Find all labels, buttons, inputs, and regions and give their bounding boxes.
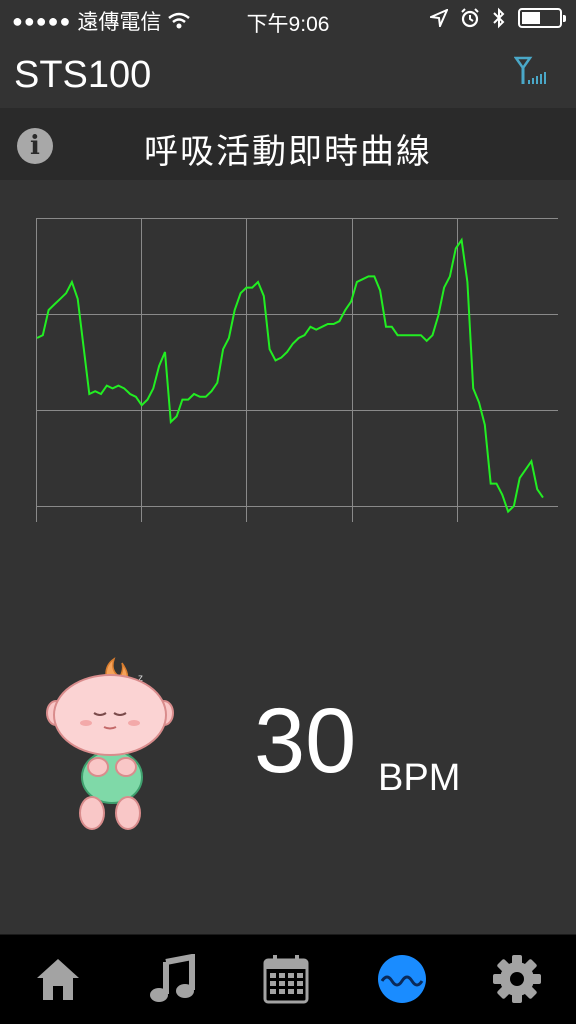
- breath-rate-unit: BPM: [378, 757, 461, 799]
- tab-calendar[interactable]: [250, 943, 322, 1015]
- status-icons: [430, 7, 566, 29]
- wave-icon: [378, 955, 426, 1003]
- status-bar: ●●●●● 遠傳電信 下午9:06: [0, 0, 576, 40]
- location-arrow-icon: [430, 9, 448, 27]
- tab-settings[interactable]: [481, 943, 553, 1015]
- tab-bar: [0, 934, 576, 1024]
- tab-breathing-wave[interactable]: [366, 943, 438, 1015]
- tab-home[interactable]: [22, 943, 94, 1015]
- sleeping-baby-icon: z: [46, 657, 174, 830]
- battery-icon: [518, 8, 566, 28]
- calendar-icon: [263, 955, 309, 1004]
- app-title: STS100: [14, 54, 152, 96]
- gear-icon: [493, 955, 541, 1003]
- page-title: 呼吸活動即時曲線: [144, 133, 432, 171]
- chart-series-line: [36, 237, 544, 514]
- breathing-chart: [36, 218, 558, 522]
- music-note-icon: [150, 954, 195, 1002]
- antenna-signal-icon[interactable]: [514, 56, 548, 88]
- tab-music[interactable]: [137, 943, 209, 1015]
- home-icon: [37, 959, 79, 1000]
- breath-rate-value: 30: [254, 690, 357, 792]
- app-header: STS100: [0, 40, 576, 108]
- alarm-icon: [461, 8, 479, 28]
- battery-fill: [522, 12, 540, 24]
- bluetooth-icon: [493, 7, 505, 29]
